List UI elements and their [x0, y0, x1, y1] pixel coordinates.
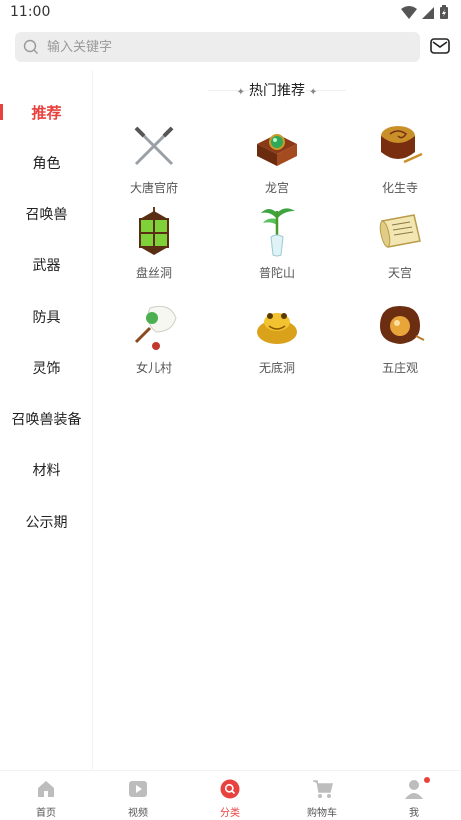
- diamond-icon: ✦: [309, 87, 318, 98]
- search-input[interactable]: [47, 32, 407, 62]
- section-title-text: 热门推荐: [249, 83, 305, 99]
- drum-icon: [381, 126, 423, 164]
- grid-item-label: 天宫: [387, 266, 412, 280]
- sect-item-nver[interactable]: 女儿村: [104, 302, 204, 392]
- grid-item-label: 无底洞: [258, 361, 295, 375]
- grid-item-label: 大唐官府: [129, 181, 178, 195]
- sidebar-item-summon-beast[interactable]: 召唤兽: [0, 194, 93, 234]
- search-bar: [0, 30, 461, 66]
- battery-icon: [440, 5, 448, 19]
- signal-icon: [422, 6, 434, 19]
- category-icon: [220, 779, 240, 799]
- section-title: ✦ 热门推荐 ✦: [93, 80, 461, 100]
- sect-item-putuo[interactable]: 普陀山: [227, 207, 327, 297]
- sect-item-datang[interactable]: 大唐官府: [104, 122, 204, 212]
- nav-me[interactable]: 我: [368, 771, 460, 820]
- grid-item-label: 盘丝洞: [135, 266, 172, 280]
- status-icons: [401, 5, 449, 20]
- nav-label: 购物车: [307, 808, 337, 819]
- grid-item-label: 五庄观: [381, 361, 418, 375]
- sidebar-item-label: 防具: [32, 310, 61, 326]
- sidebar-item-label: 灵饰: [32, 361, 61, 377]
- sidebar-item-armor[interactable]: 防具: [0, 297, 93, 337]
- sidebar-item-recommend[interactable]: 推荐: [0, 92, 93, 132]
- ginseng-fruit-box-icon: [380, 306, 425, 344]
- bottom-nav: 首页 视频 分类 购物车 我: [0, 770, 461, 820]
- feather-fan-icon: [134, 305, 177, 350]
- main-content: ✦ 热门推荐 ✦ 大唐官府 龙宫 化生寺 盘丝洞 普陀山 天宫 女儿村 无底洞 …: [93, 70, 461, 770]
- scroll-icon: [379, 214, 421, 248]
- sidebar-item-label: 召唤兽装备: [11, 412, 82, 428]
- diamond-icon: ✦: [236, 87, 245, 98]
- sect-item-tiangong[interactable]: 天宫: [350, 207, 450, 297]
- wifi-icon: [401, 5, 417, 19]
- search-box[interactable]: [15, 32, 420, 62]
- cart-icon: [313, 780, 333, 798]
- nav-cart[interactable]: 购物车: [276, 771, 368, 820]
- lantern-icon: [139, 207, 169, 255]
- grid-item-label: 龙宫: [264, 181, 289, 195]
- status-bar: 11:00: [0, 0, 461, 26]
- sect-item-pansi[interactable]: 盘丝洞: [104, 207, 204, 297]
- sect-item-wuzhuang[interactable]: 五庄观: [350, 302, 450, 392]
- grid-item-label: 化生寺: [381, 181, 418, 195]
- sidebar-item-label: 推荐: [31, 103, 62, 122]
- nav-home[interactable]: 首页: [0, 771, 92, 820]
- grid-item-label: 普陀山: [258, 266, 295, 280]
- home-icon: [38, 781, 54, 797]
- category-sidebar: 推荐 角色 召唤兽 武器 防具 灵饰 召唤兽装备 材料 公示期: [0, 70, 93, 770]
- sect-item-wudi[interactable]: 无底洞: [227, 302, 327, 392]
- sidebar-item-accessory[interactable]: 灵饰: [0, 348, 93, 388]
- sidebar-item-label: 公示期: [25, 515, 68, 531]
- sidebar-item-materials[interactable]: 材料: [0, 450, 93, 490]
- bamboo-vase-icon: [261, 208, 295, 257]
- grid-item-label: 女儿村: [135, 361, 172, 375]
- sidebar-item-label: 武器: [32, 258, 61, 274]
- sidebar-item-label: 召唤兽: [25, 207, 68, 223]
- status-time: 11:00: [10, 4, 51, 20]
- crossed-swords-icon: [134, 126, 174, 166]
- golden-toad-icon: [257, 313, 297, 344]
- mail-icon[interactable]: [430, 38, 450, 54]
- user-icon: [405, 780, 423, 799]
- sidebar-item-weapon[interactable]: 武器: [0, 245, 93, 285]
- search-icon: [23, 39, 38, 54]
- nav-label: 首页: [36, 808, 56, 819]
- nav-video[interactable]: 视频: [92, 771, 184, 820]
- nav-label: 分类: [220, 808, 240, 819]
- sidebar-item-beast-equipment[interactable]: 召唤兽装备: [0, 399, 93, 439]
- video-icon: [129, 781, 147, 797]
- sidebar-item-label: 材料: [32, 463, 61, 479]
- sect-item-longgong[interactable]: 龙宫: [227, 122, 327, 212]
- treasure-box-icon: [257, 134, 297, 166]
- sidebar-item-character[interactable]: 角色: [0, 143, 93, 183]
- notification-dot: [424, 777, 430, 783]
- nav-category[interactable]: 分类: [184, 771, 276, 820]
- sidebar-item-public-period[interactable]: 公示期: [0, 502, 93, 542]
- nav-label: 视频: [128, 808, 148, 819]
- sidebar-item-label: 角色: [32, 156, 61, 172]
- nav-label: 我: [409, 808, 419, 819]
- sect-item-huasheng[interactable]: 化生寺: [350, 122, 450, 212]
